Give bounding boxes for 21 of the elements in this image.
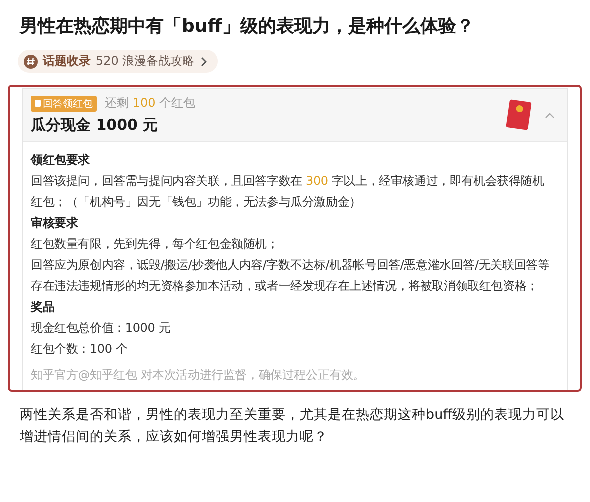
hash-icon [24,54,38,68]
topic-name: 520 浪漫备战攻略 [96,53,195,70]
section-heading: 审核要求 [31,215,80,232]
section-heading: 奖品 [31,299,56,316]
section-text: 回答应为原创内容，诋毁/搬运/抄袭他人内容/字数不达标/机器帐号回答/恶意灌水回答/无关联回答等存在违法违规情形的均无资格参加本活动，或者一经发现存在上述情况，将被取消领取红包资格； [31,257,551,295]
topic-chip[interactable]: 话题收录 520 浪漫备战攻略 [18,50,218,73]
section-text: 回答该提问，回答需与提问内容关联，且回答字数在 300 字以上，经审核通过，即有机会获得随机红包；（「机构号」因无「钱包」功能，无法参与瓜分激励金） [31,173,546,211]
remaining-count: 还剩 100 个红包 [105,95,196,112]
section-text: 红包个数：100 个 [31,341,129,358]
chevron-up-icon[interactable] [545,112,555,118]
intro-paragraph: 两性关系是否和谐，男性的表现力至关重要，尤其是在热恋期这种buff级别的表现力可以增进情侣间的关系，应该如何增强男性表现力呢？ [20,406,566,447]
footnote: 知乎官方@知乎红包 对本次活动进行监督，确保过程公正有效。 [31,367,366,384]
envelope-icon [505,98,533,132]
topic-label: 话题收录 [43,53,91,70]
question-title: 男性在热恋期中有「buff」级的表现力，是种什么体验？ [20,15,476,39]
section-heading: 领红包要求 [31,152,92,169]
section-text: 红包数量有限，先到先得，每个红包金额随机； [31,236,280,253]
card-title: 瓜分现金 1000 元 [31,116,160,135]
section-text: 现金红包总价值：1000 元 [31,320,172,337]
answer-badge: 回答领红包 [31,96,97,112]
chevron-right-icon [200,56,208,66]
